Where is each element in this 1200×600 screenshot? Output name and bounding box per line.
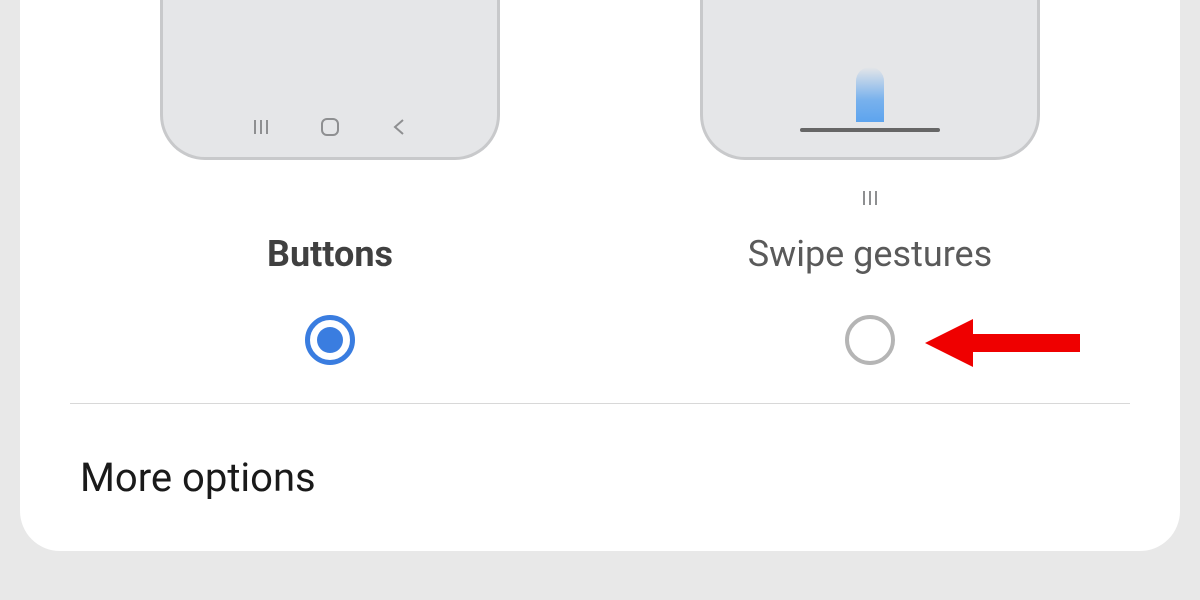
navbar-preview xyxy=(163,115,497,139)
navigation-type-options: Buttons Swipe gestures xyxy=(20,0,1180,365)
gesture-bar-icon xyxy=(800,128,940,132)
option-buttons-label: Buttons xyxy=(267,233,393,275)
settings-card: Buttons Swipe gestures xyxy=(20,0,1180,551)
swipe-up-icon xyxy=(856,67,884,122)
buttons-preview xyxy=(160,0,500,160)
radio-buttons[interactable] xyxy=(305,315,355,365)
handle-icon xyxy=(860,188,880,208)
option-buttons[interactable]: Buttons xyxy=(87,0,573,365)
more-options-row[interactable]: More options xyxy=(20,404,1180,501)
radio-selected-icon xyxy=(305,315,355,365)
more-options-label: More options xyxy=(80,454,316,501)
option-swipe-label: Swipe gestures xyxy=(748,233,992,275)
radio-unselected-icon xyxy=(845,315,895,365)
radio-swipe-gestures[interactable] xyxy=(845,315,895,365)
back-icon xyxy=(388,115,412,139)
option-swipe-gestures[interactable]: Swipe gestures xyxy=(627,0,1113,365)
swipe-preview xyxy=(700,0,1040,160)
home-icon xyxy=(318,115,342,139)
recents-icon xyxy=(249,115,273,139)
